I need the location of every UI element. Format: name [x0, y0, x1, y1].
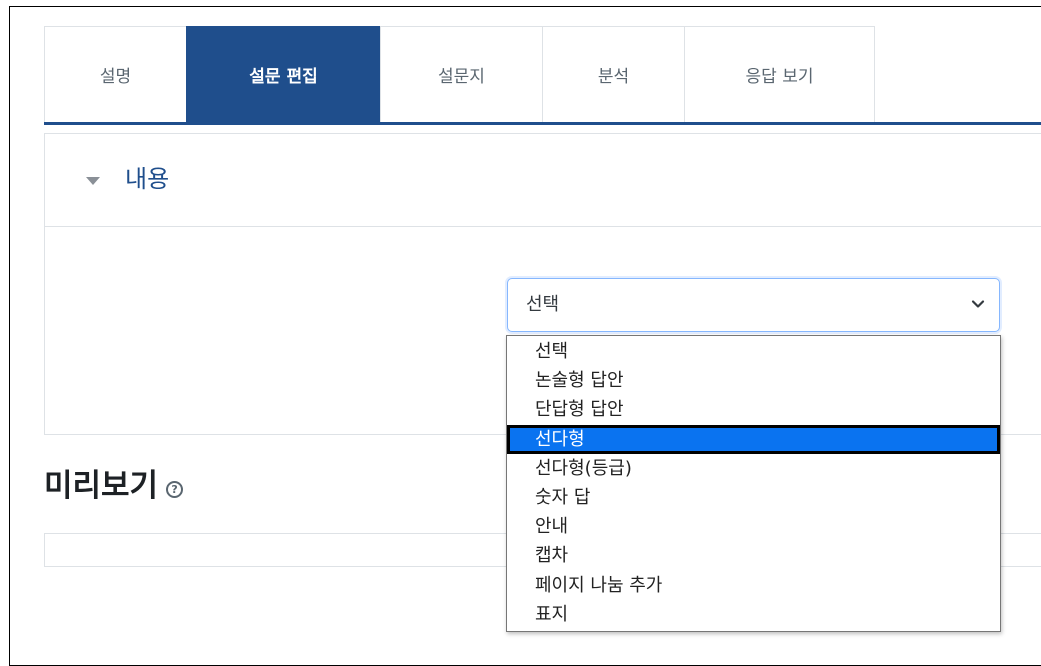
fieldset-header[interactable]: 내용 [45, 134, 1041, 227]
select-value: 선택 [526, 294, 560, 315]
option-essay[interactable]: 논술형 답안 [507, 366, 1000, 395]
tab-edit-survey[interactable]: 설문 편집 [186, 26, 381, 122]
tab-underline [44, 122, 1041, 125]
question-type-select[interactable]: 선택 [507, 278, 1000, 332]
tab-questionnaire[interactable]: 설문지 [380, 26, 543, 122]
section-legend[interactable]: 내용 [125, 164, 169, 194]
option-numeric[interactable]: 숫자 답 [507, 483, 1000, 512]
option-label[interactable]: 안내 [507, 512, 1000, 541]
tab-bar: 설명 설문 편집 설문지 분석 응답 보기 [44, 26, 875, 122]
option-multiple-choice[interactable]: 선다형 [507, 424, 1000, 454]
option-cover[interactable]: 표지 [507, 600, 1000, 629]
option-multiple-choice-rated[interactable]: 선다형(등급) [507, 454, 1000, 483]
option-page-break[interactable]: 페이지 나눔 추가 [507, 571, 1000, 600]
question-circle-icon[interactable]: ? [166, 480, 184, 498]
option-short-answer[interactable]: 단답형 답안 [507, 395, 1000, 424]
tab-description[interactable]: 설명 [44, 26, 187, 122]
select-dropdown-list: 선택 논술형 답안 단답형 답안 선다형 선다형(등급) 숫자 답 안내 캡차 … [506, 335, 1001, 632]
tab-view-responses[interactable]: 응답 보기 [684, 26, 875, 122]
preview-heading: 미리보기 ? [44, 466, 184, 506]
option-captcha[interactable]: 캡차 [507, 541, 1000, 570]
tab-analysis[interactable]: 분석 [542, 26, 685, 122]
preview-title: 미리보기 [44, 468, 159, 504]
chevron-down-icon [971, 300, 985, 308]
option-select[interactable]: 선택 [507, 337, 1000, 366]
caret-down-icon[interactable] [86, 177, 100, 185]
